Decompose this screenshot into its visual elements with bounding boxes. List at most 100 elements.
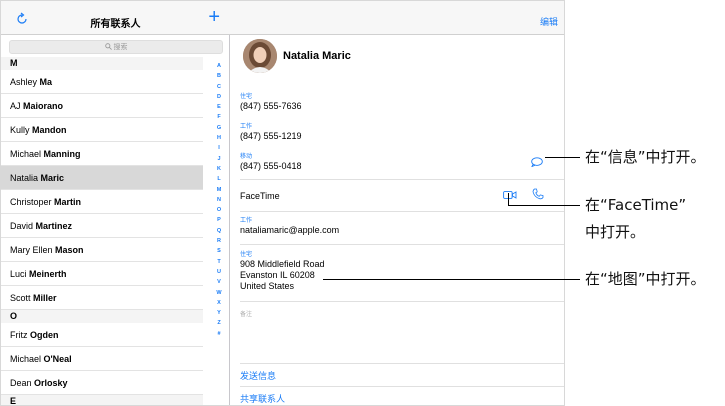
- contacts-app: 所有联系人 + 搜索 M Ashley Ma AJ Maiorano Kully Ma…: [0, 0, 565, 406]
- contact-row[interactable]: Fritz Ogden: [1, 323, 203, 347]
- phone-home-label: 住宅: [240, 93, 253, 100]
- index-letter[interactable]: C: [213, 82, 225, 92]
- contact-row[interactable]: Dean Orlosky: [1, 371, 203, 395]
- email-value: nataliamaric@apple.com: [240, 225, 340, 235]
- phone-mobile-label: 移动: [240, 153, 253, 160]
- contact-row[interactable]: AJ Maiorano: [1, 94, 203, 118]
- search-input[interactable]: 搜索: [9, 40, 223, 54]
- index-letter[interactable]: D: [213, 92, 225, 102]
- index-letter[interactable]: I: [213, 143, 225, 153]
- phone-home[interactable]: 住宅 (847) 555-7636: [240, 93, 302, 112]
- address-line3: United States: [240, 281, 295, 291]
- section-header: M: [1, 57, 203, 70]
- index-letter[interactable]: E: [213, 102, 225, 112]
- contact-first-name: Michael: [10, 149, 42, 159]
- section-header: E: [1, 395, 203, 405]
- callout-line-facetime: [508, 205, 580, 206]
- index-letter[interactable]: H: [213, 133, 225, 143]
- list-title: 所有联系人: [90, 19, 141, 30]
- contact-last-name: Miller: [33, 293, 57, 303]
- contact-name: Natalia Maric: [283, 50, 351, 62]
- email-work[interactable]: 工作 nataliamaric@apple.com: [240, 217, 339, 236]
- index-letter[interactable]: K: [213, 164, 225, 174]
- index-letter[interactable]: M: [213, 185, 225, 195]
- contact-last-name: Meinerth: [29, 269, 67, 279]
- alphabet-index[interactable]: A B C D E F G H I J K L M N O P Q R S T U V W X Y Z #: [213, 61, 225, 339]
- edit-button[interactable]: 编辑: [540, 15, 558, 28]
- contact-first-name: Christoper: [10, 197, 52, 207]
- contact-last-name: Mandon: [32, 125, 67, 135]
- contact-row[interactable]: David Martinez: [1, 214, 203, 238]
- contact-first-name: AJ: [10, 101, 21, 111]
- divider: [240, 211, 564, 212]
- index-letter[interactable]: G: [213, 123, 225, 133]
- phone-work[interactable]: 工作 (847) 555-1219: [240, 123, 302, 142]
- contact-first-name: Scott: [10, 293, 31, 303]
- add-contact-button[interactable]: +: [208, 7, 220, 27]
- callout-line-facetime-vertical: [508, 193, 509, 205]
- section-header: O: [1, 310, 203, 323]
- index-letter[interactable]: #: [213, 329, 225, 339]
- index-letter[interactable]: A: [213, 61, 225, 71]
- list-header: 所有联系人 +: [1, 1, 230, 35]
- contact-row[interactable]: Mary Ellen Mason: [1, 238, 203, 262]
- message-icon[interactable]: [531, 157, 543, 167]
- index-letter[interactable]: Q: [213, 226, 225, 236]
- avatar: [243, 39, 277, 73]
- contact-row[interactable]: Natalia Maric: [1, 166, 203, 190]
- contact-row[interactable]: Luci Meinerth: [1, 262, 203, 286]
- phone-mobile-value: (847) 555-0418: [240, 161, 302, 171]
- notes-field[interactable]: 备注: [240, 309, 252, 318]
- index-letter[interactable]: X: [213, 298, 225, 308]
- divider: [240, 363, 564, 364]
- contact-row[interactable]: Scott Miller: [1, 286, 203, 310]
- facetime-video-icon[interactable]: [503, 190, 517, 200]
- phone-work-value: (847) 555-1219: [240, 131, 302, 141]
- contact-first-name: Fritz: [10, 330, 28, 340]
- phone-work-label: 工作: [240, 123, 253, 130]
- index-letter[interactable]: L: [213, 174, 225, 184]
- index-letter[interactable]: S: [213, 246, 225, 256]
- phone-home-value: (847) 555-7636: [240, 101, 302, 111]
- index-letter[interactable]: J: [213, 154, 225, 164]
- contact-row[interactable]: Michael Manning: [1, 142, 203, 166]
- callout-line-message: [545, 157, 580, 158]
- email-label: 工作: [240, 217, 253, 224]
- callout-facetime-line2: 中打开。: [585, 223, 646, 241]
- contact-list: M Ashley Ma AJ Maiorano Kully Mandon Michael…: [1, 57, 203, 405]
- contact-first-name: Dean: [10, 378, 32, 388]
- contact-row[interactable]: Ashley Ma: [1, 70, 203, 94]
- index-letter[interactable]: N: [213, 195, 225, 205]
- contact-last-name: Martin: [54, 197, 82, 207]
- index-letter[interactable]: B: [213, 71, 225, 81]
- contact-row[interactable]: Michael O'Neal: [1, 347, 203, 371]
- contact-row[interactable]: Kully Mandon: [1, 118, 203, 142]
- index-letter[interactable]: O: [213, 205, 225, 215]
- share-contact-button[interactable]: 共享联系人: [240, 392, 285, 405]
- facetime-audio-icon[interactable]: [532, 188, 544, 200]
- index-letter[interactable]: W: [213, 288, 225, 298]
- contact-first-name: David: [10, 221, 34, 231]
- search-placeholder: 搜索: [113, 43, 128, 51]
- divider: [240, 179, 564, 180]
- contact-row[interactable]: Christoper Martin: [1, 190, 203, 214]
- phone-mobile[interactable]: 移动 (847) 555-0418: [240, 153, 302, 172]
- index-letter[interactable]: F: [213, 112, 225, 122]
- contact-first-name: Natalia: [10, 173, 39, 183]
- address-home[interactable]: 住宅 908 Middlefield Road Evanston IL 6020…: [240, 251, 325, 292]
- index-letter[interactable]: T: [213, 257, 225, 267]
- index-letter[interactable]: R: [213, 236, 225, 246]
- search-icon: [104, 43, 112, 50]
- index-letter[interactable]: P: [213, 215, 225, 225]
- index-letter[interactable]: U: [213, 267, 225, 277]
- index-letter[interactable]: Y: [213, 308, 225, 318]
- callout-line-maps: [323, 279, 580, 280]
- send-message-button[interactable]: 发送信息: [240, 369, 276, 382]
- contact-last-name: Ma: [39, 77, 53, 87]
- facetime-label: FaceTime: [240, 191, 280, 201]
- divider: [240, 244, 564, 245]
- contact-last-name: Orlosky: [34, 378, 68, 388]
- index-letter[interactable]: V: [213, 277, 225, 287]
- contact-last-name: Maric: [40, 173, 65, 183]
- index-letter[interactable]: Z: [213, 318, 225, 328]
